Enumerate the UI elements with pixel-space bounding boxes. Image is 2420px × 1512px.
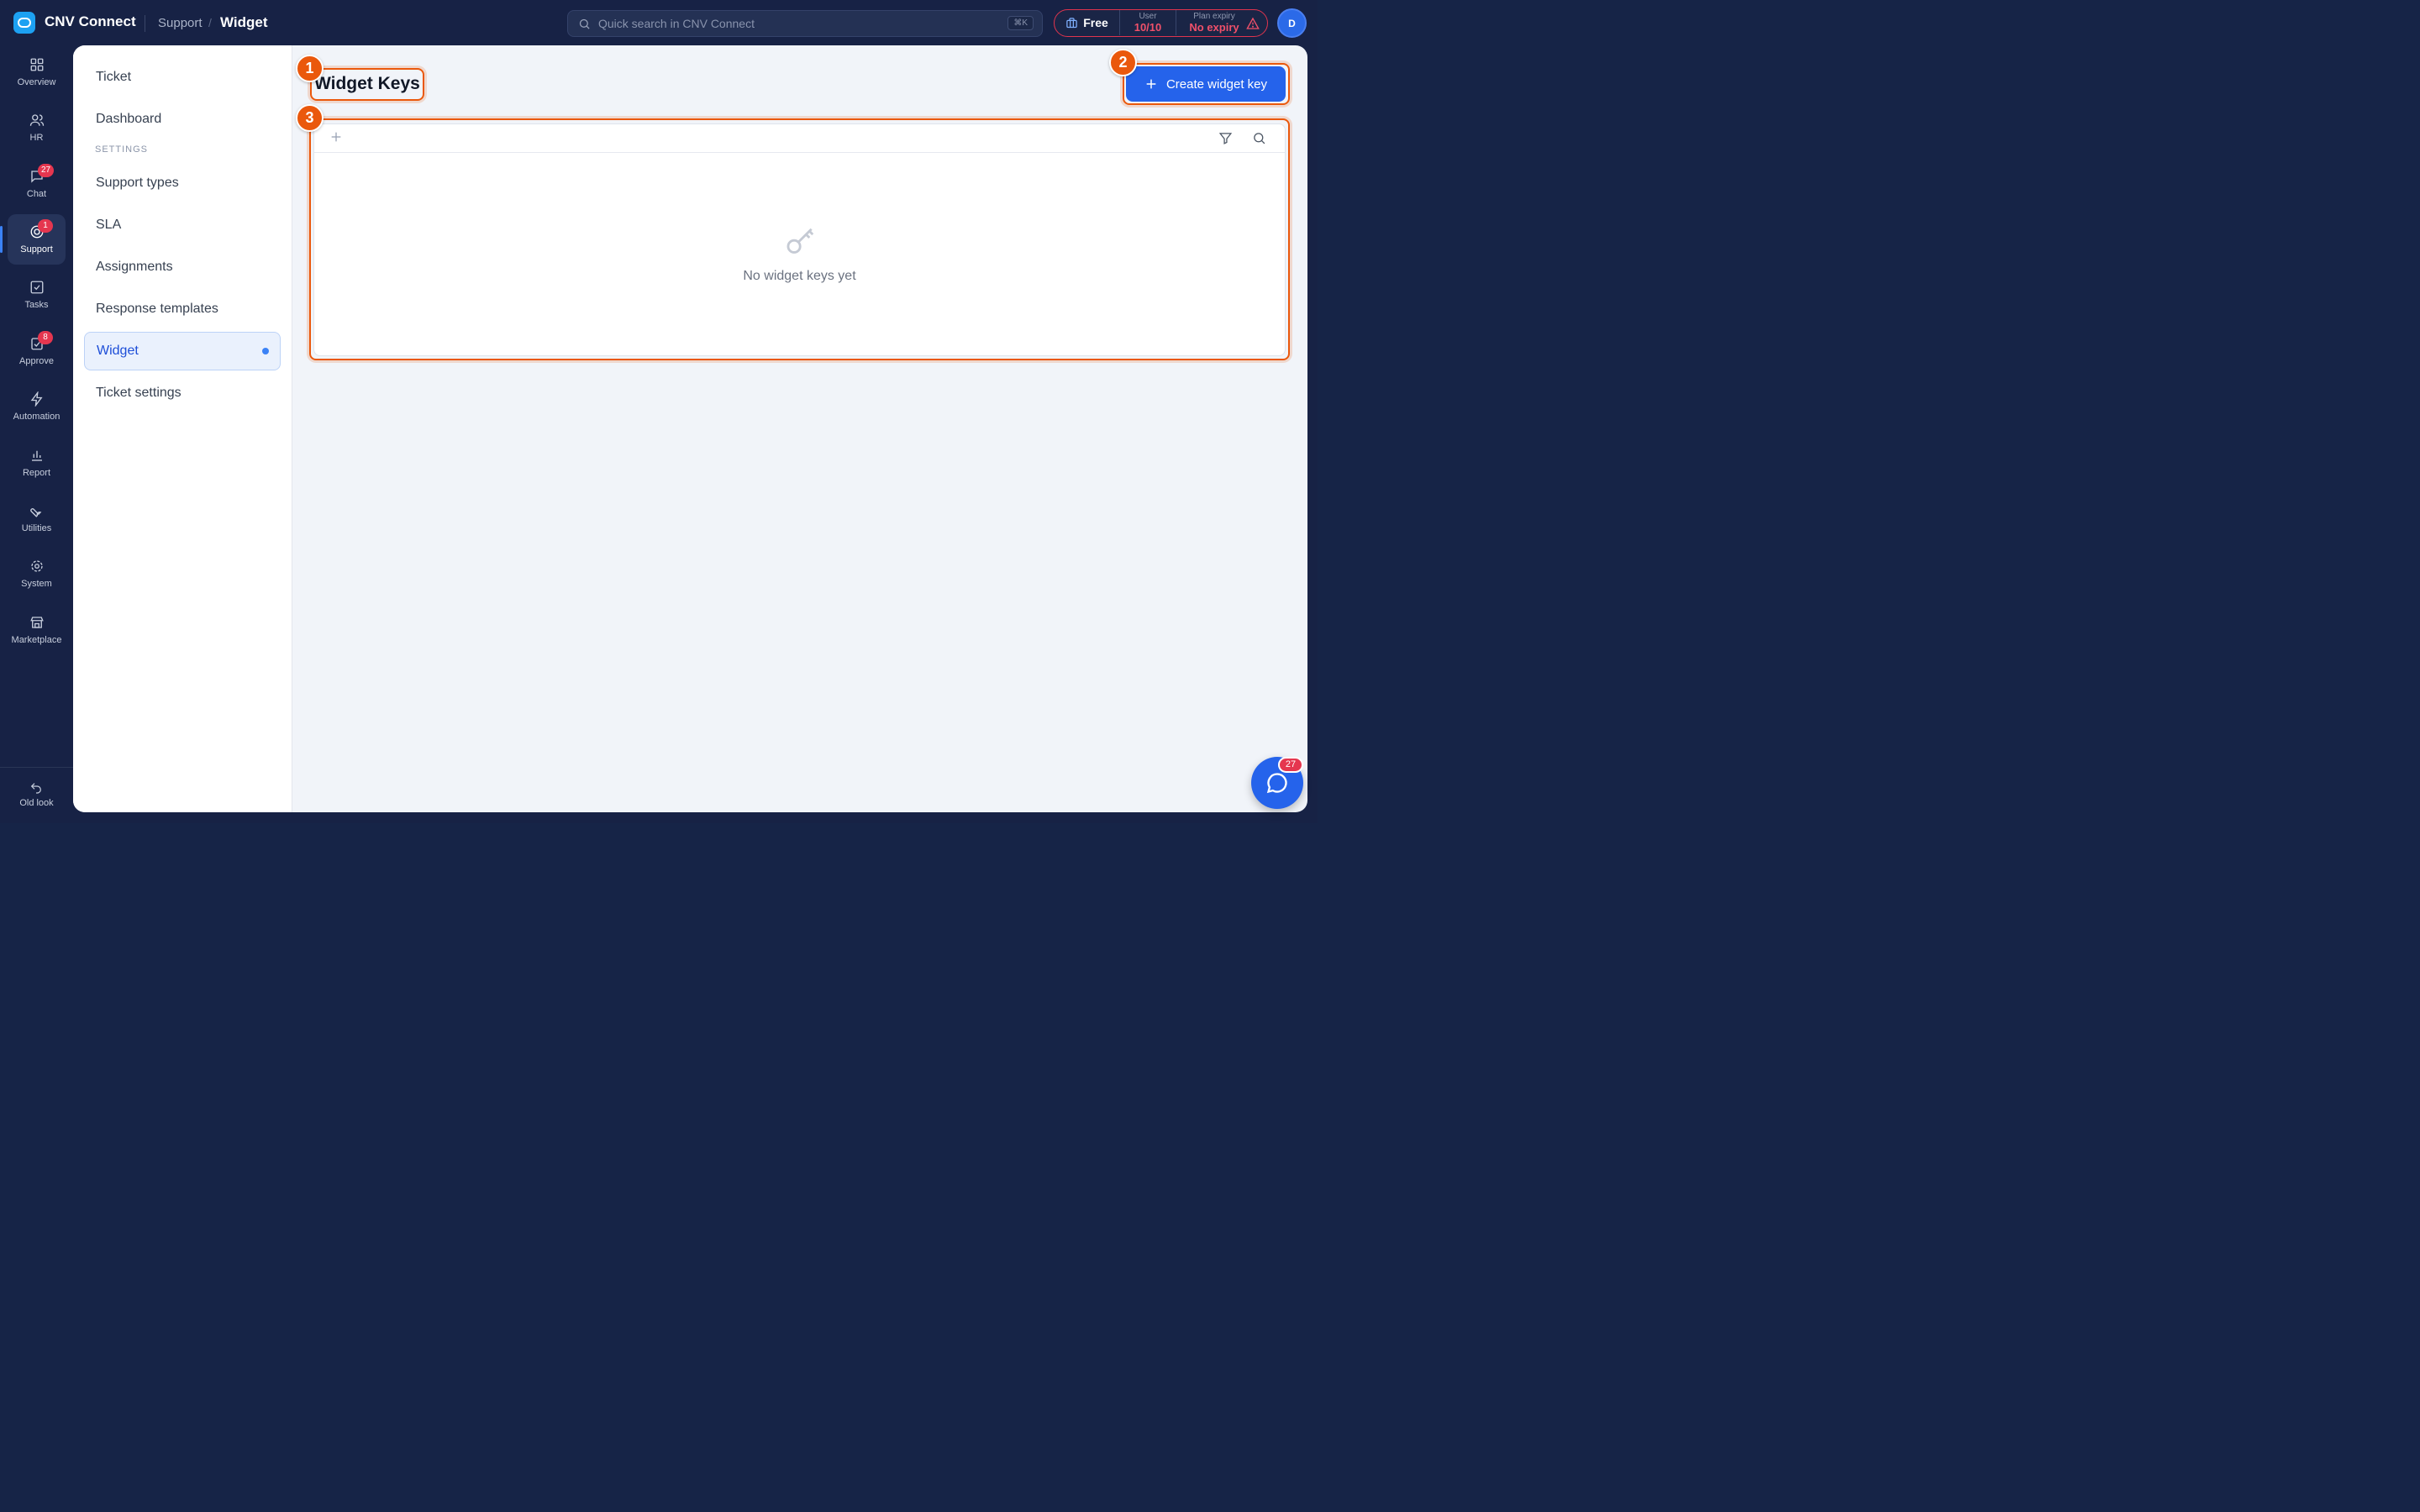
subnav-item-response-templates[interactable]: Response templates <box>84 290 281 328</box>
rail-item-hr[interactable]: HR <box>8 102 66 153</box>
subnav-item-ticket-settings[interactable]: Ticket settings <box>84 374 281 412</box>
rail-label: Overview <box>17 77 56 87</box>
rail-label: HR <box>29 133 44 143</box>
support-badge: 1 <box>38 219 53 233</box>
subnav-item-ticket[interactable]: Ticket <box>84 58 281 97</box>
subnav-item-label: Widget <box>97 344 139 358</box>
app-title: CNV Connect <box>45 13 136 29</box>
plan-name: Free <box>1083 16 1108 29</box>
rail-item-report[interactable]: Report <box>8 438 66 488</box>
rail-item-chat[interactable]: 27 Chat <box>8 159 66 209</box>
highlight-box-2 <box>1123 63 1290 105</box>
rail-label: Support <box>20 244 53 255</box>
app-logo[interactable] <box>13 12 35 34</box>
breadcrumb-current: Widget <box>220 14 268 30</box>
sub-navigation: Ticket Dashboard SETTINGS Support types … <box>73 45 292 812</box>
annotation-marker-1: 1 <box>296 55 324 82</box>
rail-label: Approve <box>19 356 54 366</box>
subnav-item-sla[interactable]: SLA <box>84 206 281 244</box>
rail-label: Old look <box>19 798 54 808</box>
annotation-marker-3: 3 <box>296 104 324 132</box>
breadcrumb-support[interactable]: Support <box>158 16 203 30</box>
search-placeholder: Quick search in CNV Connect <box>598 17 755 30</box>
chat-badge: 27 <box>38 164 55 177</box>
subnav-section-settings: SETTINGS <box>95 144 149 155</box>
rail-item-automation[interactable]: Automation <box>8 381 66 432</box>
undo-icon <box>30 783 41 794</box>
plan-user: User 10/10 <box>1120 12 1176 34</box>
bolt-icon <box>30 391 43 407</box>
chat-fab-badge: 27 <box>1278 757 1303 773</box>
subnav-item-support-types[interactable]: Support types <box>84 164 281 202</box>
rail-label: Chat <box>26 189 47 199</box>
rail-item-overview[interactable]: Overview <box>8 47 66 97</box>
old-look-button[interactable]: Old look <box>8 771 66 822</box>
divider <box>0 767 73 768</box>
top-bar: CNV Connect Support / Widget Quick searc… <box>0 0 1318 45</box>
gift-icon <box>1066 17 1077 28</box>
user-value: 10/10 <box>1134 21 1162 34</box>
rail-item-utilities[interactable]: Utilities <box>8 493 66 543</box>
gear-icon <box>31 560 43 572</box>
highlight-box-3 <box>309 118 1290 360</box>
checkbox-icon <box>30 281 44 294</box>
rail-item-system[interactable]: System <box>8 549 66 599</box>
rail-item-approve[interactable]: 8 Approve <box>8 326 66 376</box>
rail-label: System <box>21 579 52 589</box>
subnav-item-assignments[interactable]: Assignments <box>84 248 281 286</box>
main-panel: Ticket Dashboard SETTINGS Support types … <box>73 45 1307 812</box>
breadcrumb-separator: / <box>208 16 212 29</box>
search-input[interactable]: Quick search in CNV Connect ⌘K <box>567 10 1043 37</box>
approve-badge: 8 <box>38 331 53 344</box>
rail-label: Utilities <box>21 523 52 533</box>
wrench-icon <box>30 508 42 517</box>
subnav-item-dashboard[interactable]: Dashboard <box>84 100 281 139</box>
active-dot <box>262 348 269 354</box>
subnav-item-widget[interactable]: Widget <box>84 332 281 370</box>
bar-chart-icon <box>32 450 42 461</box>
rail-label: Automation <box>13 412 60 422</box>
grid-icon <box>30 58 44 71</box>
avatar[interactable]: D <box>1277 8 1307 38</box>
rail-label: Report <box>22 468 51 478</box>
warning-icon <box>1246 17 1260 29</box>
rail-label: Tasks <box>24 300 49 310</box>
plan-status[interactable]: Free User 10/10 Plan expiry No expiry <box>1054 9 1268 37</box>
annotation-marker-2: 2 <box>1109 49 1137 76</box>
plan-expiry: Plan expiry No expiry <box>1181 12 1248 34</box>
store-icon <box>30 617 44 628</box>
rail-item-marketplace[interactable]: Marketplace <box>8 605 66 655</box>
plan-free[interactable]: Free <box>1055 10 1120 35</box>
highlight-box-1 <box>310 68 424 101</box>
rail-item-support[interactable]: 1 Support <box>0 214 66 265</box>
shortcut-hint: ⌘K <box>1007 16 1034 30</box>
rail-item-tasks[interactable]: Tasks <box>8 270 66 320</box>
chat-bubble-icon <box>1266 773 1287 794</box>
expiry-value: No expiry <box>1189 21 1239 34</box>
rail-label: Marketplace <box>11 635 62 645</box>
users-icon <box>29 114 45 126</box>
search-icon <box>579 18 590 29</box>
